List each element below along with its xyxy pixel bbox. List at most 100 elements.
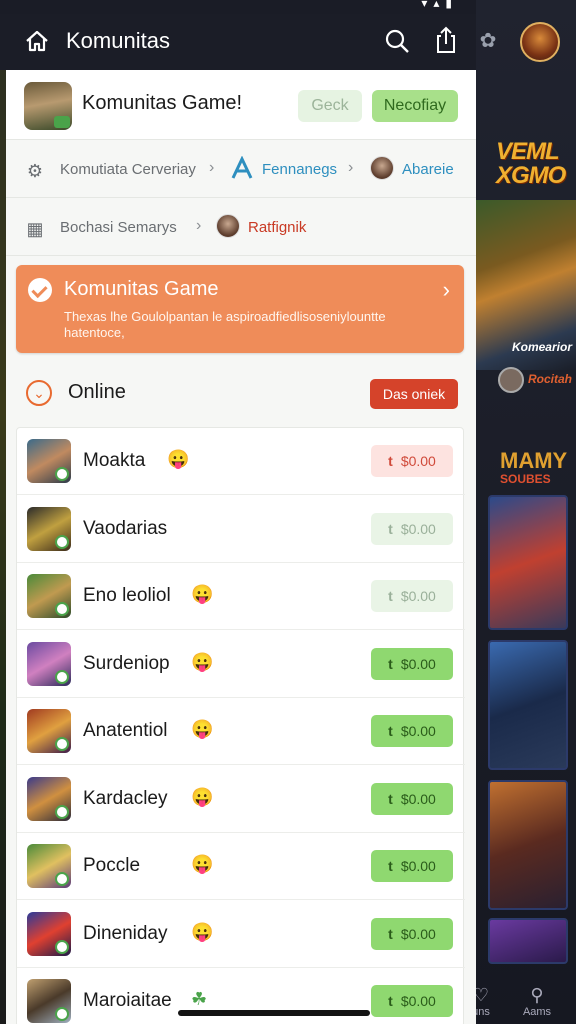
online-badge-icon [55, 737, 69, 751]
list-item[interactable]: Surdeniop 😛 t $0.00 [17, 631, 465, 698]
emoji-icon: 😛 [191, 786, 214, 807]
list-item[interactable]: Anatentiol 😛 t $0.00 [17, 698, 465, 765]
side-card[interactable] [488, 780, 568, 910]
game-avatar [27, 844, 71, 888]
price-button[interactable]: t $0.00 [371, 715, 453, 747]
gear-icon[interactable]: ✿ [476, 28, 500, 52]
price-label: $0.00 [400, 925, 436, 942]
community-header: Komunitas Game! Geck Necofiay [6, 70, 476, 140]
price-button[interactable]: t $0.00 [371, 647, 453, 680]
online-badge-icon [55, 872, 69, 886]
promo-banner[interactable]: Komunitas Game Thexas lhe Goulolpantan l… [16, 265, 464, 353]
emoji-icon: 😛 [191, 584, 214, 604]
online-badge-icon [55, 1007, 69, 1021]
status-bar: ▾▴▮ [0, 0, 476, 14]
list-item[interactable]: Kardacley 😛 t $0.00 [17, 766, 465, 833]
game-avatar [27, 439, 71, 483]
top-app-bar: Komunitas [0, 14, 476, 70]
side-card[interactable] [488, 495, 568, 630]
price-button[interactable]: t $0.00 [371, 917, 453, 950]
ticket-icon: t [388, 925, 393, 942]
side-mini-avatar [498, 367, 524, 393]
price-button[interactable]: t $0.00 [371, 445, 453, 477]
emoji-icon: 😛 [191, 921, 214, 942]
game-avatar [27, 641, 71, 686]
side-tab-label: Aams [522, 1006, 552, 1018]
price-button[interactable]: t $0.00 [371, 512, 453, 545]
list-item[interactable]: Vaodarias t $0.00 [17, 496, 465, 563]
price-label: $0.00 [400, 453, 436, 469]
price-button[interactable]: t $0.00 [371, 782, 453, 815]
member-name: Moakta [83, 450, 146, 471]
member-name: Maroiaitae [83, 990, 172, 1011]
online-badge-icon [55, 467, 69, 481]
ticket-icon: t [388, 993, 393, 1009]
price-label: $0.00 [400, 858, 436, 874]
list-item[interactable]: Poccle 😛 t $0.00 [17, 833, 465, 900]
price-button[interactable]: t $0.00 [371, 985, 453, 1017]
breadcrumb-item[interactable]: Ratfignik [248, 219, 306, 236]
breadcrumb-item[interactable]: Fennanegs [262, 161, 337, 178]
side-mini-label: Rocitah [528, 372, 573, 386]
game-avatar [27, 979, 71, 1023]
community-name: Komunitas Game! [82, 92, 243, 114]
emoji-icon: 😛 [191, 719, 214, 739]
a-logo-icon [231, 156, 253, 179]
list-item[interactable]: Dineniday 😛 t $0.00 [17, 901, 465, 968]
emoji-icon: 😛 [167, 449, 190, 469]
side-tab-2[interactable]: ⚲ Aams [512, 985, 562, 1018]
member-name: Dineniday [83, 922, 168, 944]
ticket-icon: t [388, 790, 393, 807]
online-badge-icon [55, 534, 69, 549]
geck-button[interactable]: Geck [298, 90, 362, 122]
home-icon[interactable] [24, 28, 50, 54]
side-card[interactable] [488, 640, 568, 770]
ticket-icon: t [388, 453, 393, 469]
status-icons: ▾▴▮ [421, 0, 458, 10]
emoji-icon: 😛 [191, 854, 214, 874]
share-icon[interactable] [434, 26, 458, 54]
online-badge-icon [55, 804, 69, 819]
price-label: $0.00 [400, 588, 436, 604]
breadcrumb-item[interactable]: Bochasi Semarys [60, 219, 177, 236]
breadcrumb-item[interactable]: Abareie [402, 161, 454, 178]
ticket-icon: t [388, 588, 393, 604]
ticket-icon: t [388, 655, 393, 672]
breadcrumb: ⚙ Komutiata Cerveriay › Fennanegs › Abar… [6, 142, 476, 198]
online-section-header: ⌄ Online Das oniek [6, 365, 476, 421]
game-avatar [27, 574, 71, 618]
list-item[interactable]: Eno leoliol 😛 t $0.00 [17, 563, 465, 630]
list-item[interactable]: Moakta 😛 t $0.00 [17, 428, 465, 495]
network-icon: ⚙ [26, 161, 44, 181]
game-avatar [27, 911, 71, 956]
profile-avatar[interactable] [520, 22, 560, 62]
member-name: Kardacley [83, 787, 168, 809]
price-label: $0.00 [400, 993, 436, 1009]
price-label: $0.00 [400, 723, 436, 739]
price-button[interactable]: t $0.00 [371, 580, 453, 612]
ticket-icon: t [388, 858, 393, 874]
chevron-right-icon: › [442, 277, 450, 302]
online-action-button[interactable]: Das oniek [370, 379, 458, 409]
online-badge-icon [55, 669, 69, 684]
chevron-right-icon: › [209, 159, 215, 176]
promo-description: Thexas lhe Goulolpantan le aspiroadfiedl… [64, 309, 386, 340]
notify-button[interactable]: Necofiay [372, 90, 458, 122]
community-avatar[interactable] [24, 82, 72, 130]
search-icon: ⚲ [530, 985, 544, 1005]
price-label: $0.00 [400, 655, 436, 672]
side-section-title: MAMY [500, 448, 568, 473]
price-button[interactable]: t $0.00 [371, 850, 453, 882]
member-name: Eno leoliol [83, 585, 171, 606]
search-icon[interactable] [384, 28, 410, 54]
breadcrumb-item[interactable]: Komutiata Cerveriay [60, 161, 196, 178]
game-avatar [27, 709, 71, 753]
game-avatar [27, 506, 71, 551]
home-indicator[interactable] [178, 1010, 370, 1016]
side-card[interactable] [488, 918, 568, 964]
chevron-down-icon[interactable]: ⌄ [26, 380, 52, 406]
promo-title: Komunitas Game [64, 278, 219, 300]
verified-badge [54, 116, 70, 128]
user-avatar [370, 156, 394, 180]
member-name: Vaodarias [83, 517, 168, 539]
